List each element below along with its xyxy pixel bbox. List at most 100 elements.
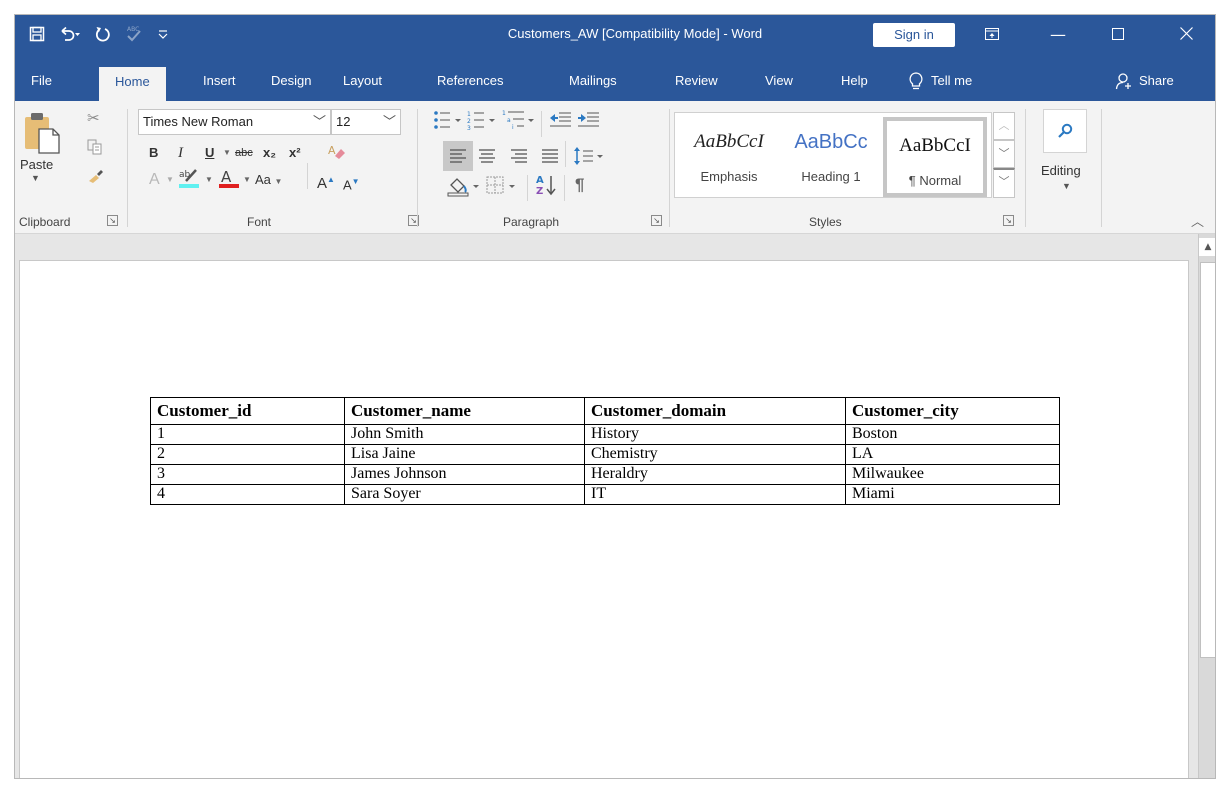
tab-home[interactable]: Home [99,67,166,101]
header-cell[interactable]: Customer_name [344,397,585,425]
paragraph-dialog-launcher[interactable]: ↘ [651,215,662,226]
vertical-scrollbar[interactable]: ▲ [1198,234,1215,778]
numbering-icon[interactable]: 123 [467,109,501,136]
highlight-dropdown-icon[interactable]: ▼ [205,171,213,189]
document-page[interactable]: Customer_id Customer_name Customer_domai… [19,260,1189,778]
bold-button[interactable]: B [149,144,158,162]
clear-formatting-icon[interactable]: A [327,143,347,166]
copy-icon[interactable] [87,139,103,159]
underline-button[interactable]: U [205,144,214,162]
show-formatting-marks-button[interactable]: ¶ [575,176,584,194]
styles-dialog-launcher[interactable]: ↘ [1003,215,1014,226]
multilevel-list-icon[interactable]: 1ai [502,109,538,136]
tab-file[interactable]: File [27,61,56,101]
table-cell[interactable]: 4 [150,484,345,505]
text-effects-dropdown-icon[interactable]: ▼ [166,171,174,189]
strikethrough-button[interactable]: abc [235,144,253,162]
text-effects-icon[interactable]: A [149,171,160,189]
align-center-icon[interactable] [477,148,497,169]
style-emphasis[interactable]: AaBbCcI Emphasis [677,113,781,197]
subscript-button[interactable]: x₂ [263,144,276,162]
format-painter-icon[interactable] [87,167,105,187]
font-size-select[interactable]: 12 ﹀ [331,109,401,135]
font-name-select[interactable]: Times New Roman ﹀ [138,109,331,135]
tab-insert[interactable]: Insert [199,61,240,101]
header-cell[interactable]: Customer_city [845,397,1060,425]
change-case-button[interactable]: Aa ▼ [255,171,282,191]
font-size-value: 12 [336,114,351,129]
table-cell[interactable]: Chemistry [584,444,846,465]
header-cell[interactable]: Customer_id [150,397,345,425]
table-cell[interactable]: Sara Soyer [344,484,585,505]
underline-dropdown-icon[interactable]: ▼ [223,144,231,162]
tab-view[interactable]: View [761,61,797,101]
tab-design[interactable]: Design [267,61,315,101]
align-right-icon[interactable] [509,148,529,169]
shrink-arrow-icon: ▼ [351,177,360,186]
scroll-thumb[interactable] [1200,262,1215,658]
font-color-icon[interactable]: A [218,167,240,194]
table-cell[interactable]: John Smith [344,424,585,445]
table-cell[interactable]: LA [845,444,1060,465]
superscript-button[interactable]: x² [289,144,301,162]
header-cell[interactable]: Customer_domain [584,397,846,425]
bullets-icon[interactable] [433,109,467,136]
table-cell[interactable]: James Johnson [344,464,585,485]
cut-icon[interactable]: ✂ [87,109,100,127]
tab-help[interactable]: Help [837,61,872,101]
align-left-button[interactable] [443,141,473,171]
table-cell[interactable]: 3 [150,464,345,485]
table-cell[interactable]: 1 [150,424,345,445]
shrink-font-button[interactable]: A▼ [343,173,360,194]
increase-indent-icon[interactable] [577,111,601,134]
paste-icon[interactable] [23,111,63,155]
grow-font-button[interactable]: A▲ [317,171,335,193]
editing-dropdown-icon[interactable]: ▼ [1062,181,1071,191]
tab-layout[interactable]: Layout [339,61,386,101]
ribbon-display-options-button[interactable] [969,15,1015,53]
close-button[interactable] [1163,15,1209,53]
style-heading-1[interactable]: AaBbCc Heading 1 [779,113,883,197]
ribbon-home: Paste ▼ ✂ Clipboard ↘ Times New Roman ﹀ … [15,101,1215,234]
style-name: Heading 1 [801,169,861,184]
table-cell[interactable]: 2 [150,444,345,465]
tab-references[interactable]: References [433,61,507,101]
table-cell[interactable]: Milwaukee [845,464,1060,485]
svg-text:a: a [507,117,511,124]
styles-scroll-down-button[interactable]: ﹀ [993,140,1015,168]
highlight-color-icon[interactable]: ab [178,167,202,194]
font-color-dropdown-icon[interactable]: ▼ [243,171,251,189]
maximize-button[interactable] [1095,15,1141,53]
italic-button[interactable]: I [178,144,183,162]
tell-me-search[interactable]: Tell me [905,61,976,101]
minimize-button[interactable]: — [1035,15,1081,53]
style-normal[interactable]: AaBbCcI ¶ Normal [883,117,987,197]
styles-more-button[interactable]: ﹀ [993,168,1015,198]
chevron-down-icon: ﹀ [312,114,326,129]
table-cell[interactable]: History [584,424,846,445]
table-cell[interactable]: IT [584,484,846,505]
editing-button[interactable] [1043,109,1087,153]
decrease-indent-icon[interactable] [549,111,573,134]
scroll-up-arrow-icon[interactable]: ▲ [1199,238,1215,256]
table-cell[interactable]: Boston [845,424,1060,445]
styles-scroll-up-button[interactable]: ︿ [993,112,1015,140]
shading-icon[interactable] [447,175,483,202]
svg-text:A: A [221,168,232,186]
table-cell[interactable]: Miami [845,484,1060,505]
sort-icon[interactable]: AZ [535,173,559,202]
paste-dropdown-icon[interactable]: ▼ [31,173,40,183]
tab-mailings[interactable]: Mailings [565,61,621,101]
table-cell[interactable]: Heraldry [584,464,846,485]
borders-icon[interactable] [485,175,521,202]
sign-in-button[interactable]: Sign in [873,23,955,47]
table-cell[interactable]: Lisa Jaine [344,444,585,465]
paste-button[interactable]: Paste [20,157,53,172]
editing-label[interactable]: Editing [1041,163,1081,178]
clipboard-dialog-launcher[interactable]: ↘ [107,215,118,226]
line-spacing-icon[interactable] [573,145,607,172]
tab-review[interactable]: Review [671,61,722,101]
share-button[interactable]: Share [1111,61,1178,101]
justify-icon[interactable] [540,148,560,169]
collapse-ribbon-icon[interactable]: ︿ [1191,211,1204,230]
